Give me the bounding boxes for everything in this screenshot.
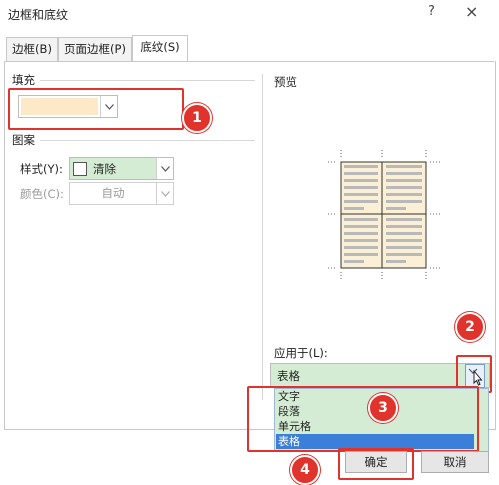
help-button[interactable]: ? — [428, 4, 435, 19]
preview-image — [328, 150, 440, 280]
chevron-down-icon[interactable] — [156, 183, 173, 204]
style-label: 样式(Y): — [20, 162, 63, 176]
callout-badge-2: 2 — [455, 312, 485, 342]
close-button[interactable]: × — [465, 2, 478, 21]
cancel-button[interactable]: 取消 — [421, 451, 489, 473]
apply-to-dropdown-button[interactable] — [465, 364, 485, 388]
style-dropdown[interactable]: 清除 — [69, 157, 174, 180]
tab-borders[interactable]: 边框(B) — [6, 37, 58, 61]
tab-page-borders[interactable]: 页面边框(P) — [58, 37, 132, 61]
fill-section-label: 填充 — [12, 73, 35, 87]
color-label: 颜色(C): — [20, 187, 64, 201]
style-value: 清除 — [93, 161, 116, 176]
fill-divider — [40, 80, 255, 81]
style-value-area: 清除 — [70, 158, 156, 179]
callout-badge-4: 4 — [290, 455, 320, 485]
callout-badge-3: 3 — [368, 393, 398, 423]
apply-to-label: 应用于(L): — [274, 346, 328, 360]
fill-color-dropdown[interactable] — [18, 95, 118, 118]
tab-shading[interactable]: 底纹(S) — [132, 35, 188, 61]
fill-color-swatch — [21, 98, 98, 115]
pattern-swatch-icon — [73, 161, 87, 176]
callout-box-3 — [247, 386, 479, 452]
pattern-color-value: 自动 — [101, 186, 125, 200]
chevron-down-icon — [468, 368, 483, 386]
pattern-divider — [40, 140, 255, 141]
dialog-title: 边框和底纹 — [8, 8, 69, 22]
apply-to-value: 表格 — [277, 369, 300, 383]
pattern-section-label: 图案 — [12, 133, 35, 147]
pattern-color-dropdown[interactable]: 自动 — [69, 182, 174, 205]
section-separator — [262, 74, 263, 400]
preview-label: 预览 — [274, 75, 297, 89]
chevron-down-icon[interactable] — [100, 96, 117, 117]
chevron-down-icon[interactable] — [156, 158, 173, 179]
callout-badge-1: 1 — [182, 103, 212, 133]
callout-box-4 — [338, 448, 414, 480]
